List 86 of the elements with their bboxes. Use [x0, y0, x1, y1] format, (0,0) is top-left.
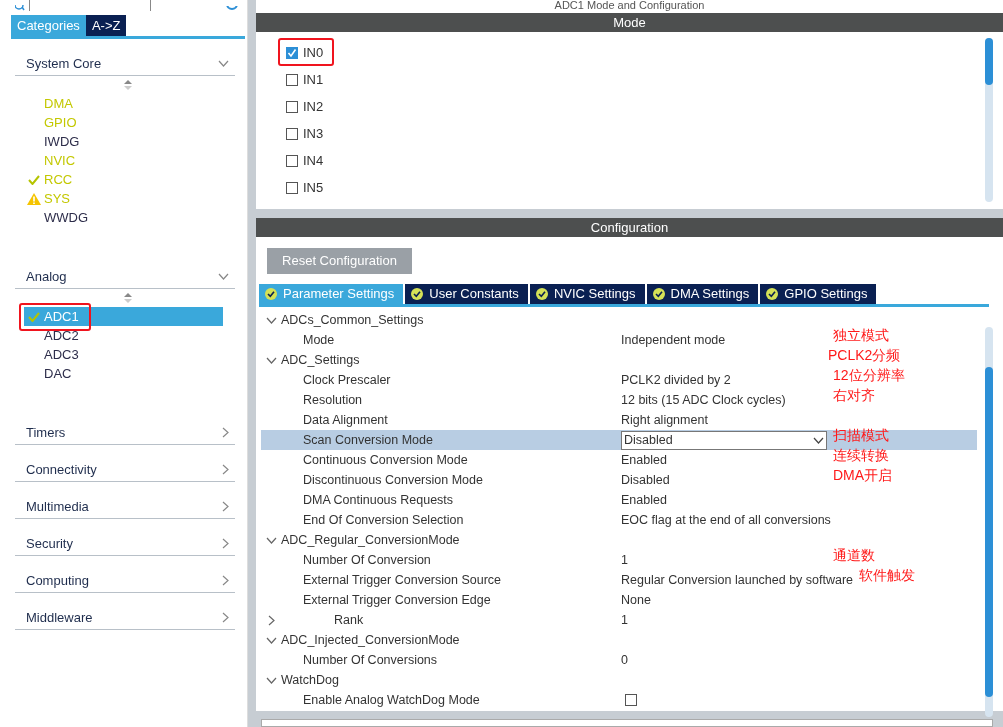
parameter-value: 1 — [621, 552, 628, 567]
checkbox[interactable] — [286, 46, 298, 59]
value-dropdown[interactable]: Disabled — [621, 430, 827, 450]
group-label: WatchDog — [281, 671, 339, 689]
scrollbar[interactable] — [985, 327, 993, 717]
parameter-value: 0 — [621, 652, 628, 667]
channel-label: IN3 — [303, 124, 324, 143]
group-label: ADC_Regular_ConversionMode — [281, 531, 460, 549]
check-circle-icon — [766, 288, 779, 300]
parameter-label: Continuous Conversion Mode — [303, 452, 468, 467]
check-icon — [287, 47, 297, 58]
settings-tab[interactable]: GPIO Settings — [760, 284, 877, 304]
category-header[interactable]: Middleware — [15, 606, 235, 630]
parameter-value: Enabled — [621, 452, 667, 467]
checkbox[interactable] — [286, 73, 298, 86]
checkbox[interactable] — [286, 154, 298, 167]
parameter-label: Resolution — [303, 392, 363, 407]
check-circle-icon — [265, 288, 277, 300]
parameter-label: Rank — [334, 612, 364, 627]
parameter-label: Clock Prescaler — [303, 372, 391, 387]
group-label: ADC_Injected_ConversionMode — [281, 631, 460, 649]
parameter-label: External Trigger Conversion Source — [303, 572, 501, 587]
category-header[interactable]: Multimedia — [15, 495, 235, 519]
parameter-value: Enabled — [621, 492, 667, 507]
check-circle-icon — [652, 288, 665, 300]
group-label: ADCs_Common_Settings — [281, 311, 424, 329]
parameter-label: Enable Analog WatchDog Mode — [303, 692, 480, 707]
parameter-value: Right alignment — [621, 412, 708, 427]
parameter-row[interactable]: End Of Conversion Selection EOC flag at the end of all conversions — [261, 510, 977, 530]
sort-arrows-icon — [124, 293, 132, 303]
parameter-row[interactable]: External Trigger Conversion Edge None — [261, 590, 977, 610]
peripheral-item[interactable]: IWDG — [24, 132, 223, 151]
scrollbar[interactable] — [985, 38, 993, 202]
parameter-value: PCLK2 divided by 2 — [621, 372, 731, 387]
parameter-label: Number Of Conversion — [303, 552, 431, 567]
parameter-label: Scan Conversion Mode — [303, 432, 433, 447]
parameter-value: Disabled — [621, 472, 670, 487]
parameter-label: External Trigger Conversion Edge — [303, 592, 491, 607]
checkbox[interactable] — [286, 127, 298, 140]
parameter-value: 1 — [621, 612, 628, 627]
checkbox[interactable] — [625, 694, 637, 706]
parameter-row[interactable]: DMA Continuous Requests Enabled — [261, 490, 977, 510]
settings-tab[interactable]: NVIC Settings — [529, 284, 645, 304]
sort-arrows-icon — [124, 80, 132, 90]
group-label: ADC_Settings — [281, 351, 360, 369]
settings-tab[interactable]: User Constants — [405, 284, 528, 304]
peripheral-item[interactable]: ADC2 — [24, 326, 223, 345]
category-header[interactable]: System Core — [15, 52, 235, 76]
parameter-label: Data Alignment — [303, 412, 388, 427]
parameter-value: Regular Conversion launched by software — [621, 572, 854, 587]
category-header[interactable]: Security — [15, 532, 235, 556]
check-circle-icon — [535, 288, 548, 300]
channel-label: IN4 — [303, 151, 324, 170]
parameter-value: 12 bits (15 ADC Clock cycles) — [621, 392, 786, 407]
parameter-row[interactable]: Rank 1 — [261, 610, 977, 630]
parameter-label: Number Of Conversions — [303, 652, 438, 667]
category-header[interactable]: Computing — [15, 569, 235, 593]
section-header: Mode — [256, 13, 1003, 32]
parameter-row[interactable]: Enable Analog WatchDog Mode — [261, 690, 977, 710]
chevron-down-icon — [813, 436, 824, 444]
category-header[interactable]: Connectivity — [15, 458, 235, 482]
parameter-value: EOC flag at the end of all conversions — [621, 512, 831, 527]
annotation-text: 12位分辨率 — [833, 365, 905, 385]
parameter-label: DMA Continuous Requests — [303, 492, 454, 507]
section-header: Configuration — [256, 218, 1003, 237]
peripheral-item[interactable]: ADC3 — [24, 345, 223, 364]
category-header[interactable]: Analog — [15, 265, 235, 289]
channel-label: IN1 — [303, 70, 324, 89]
parameter-value: Independent mode — [621, 332, 726, 347]
parameter-label: Mode — [303, 332, 335, 347]
channel-label: IN5 — [303, 178, 324, 197]
check-circle-icon — [411, 288, 424, 300]
parameter-row[interactable]: Number Of Conversions 0 — [261, 650, 977, 670]
parameter-label: Discontinuous Conversion Mode — [303, 472, 483, 487]
category-header[interactable]: Timers — [15, 421, 235, 445]
settings-tab[interactable]: DMA Settings — [646, 284, 759, 304]
parameter-value: None — [621, 592, 651, 607]
checkbox[interactable] — [286, 181, 298, 194]
panel-title: ADC1 Mode and Configuration — [256, 0, 1003, 13]
peripheral-item[interactable]: DAC — [24, 364, 223, 383]
checkbox[interactable] — [286, 100, 298, 113]
channel-label: IN2 — [303, 97, 324, 116]
peripheral-item[interactable]: WWDG — [24, 208, 223, 227]
channel-label: IN0 — [303, 43, 324, 62]
sidebar-tab[interactable]: A->Z — [85, 15, 127, 36]
parameter-label: End Of Conversion Selection — [303, 512, 464, 527]
